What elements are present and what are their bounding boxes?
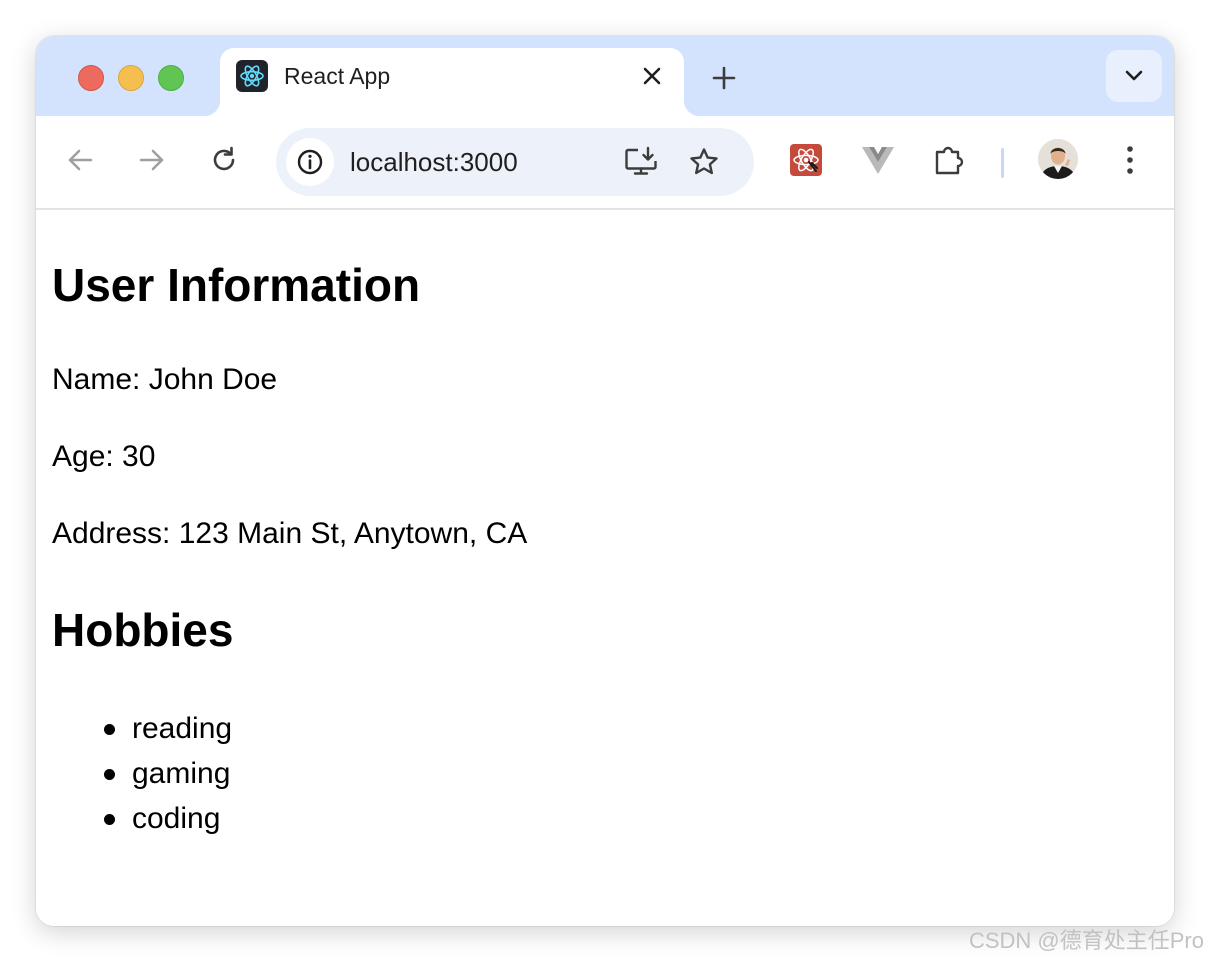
react-devtools-icon bbox=[790, 144, 822, 176]
browser-window: React App localhost:3000 User Informatio… bbox=[36, 36, 1174, 926]
user-name: Name: John Doe bbox=[52, 363, 278, 396]
forward-button[interactable] bbox=[134, 142, 170, 178]
kebab-menu-icon bbox=[1127, 146, 1133, 174]
hobby-item: gaming bbox=[52, 751, 232, 796]
site-info-button[interactable] bbox=[286, 138, 334, 186]
page-content: User Information Name: John Doe Age: 30 … bbox=[36, 210, 1174, 926]
window-maximize-button[interactable] bbox=[158, 65, 184, 91]
bullet-icon bbox=[104, 814, 115, 825]
window-minimize-button[interactable] bbox=[118, 65, 144, 91]
url-text[interactable]: localhost:3000 bbox=[350, 147, 518, 177]
hobby-label: coding bbox=[132, 802, 221, 835]
extensions-button[interactable] bbox=[932, 142, 968, 178]
hobby-label: gaming bbox=[132, 757, 231, 790]
toolbar-divider bbox=[1001, 148, 1004, 178]
puzzle-icon bbox=[935, 146, 964, 175]
arrow-left-icon bbox=[68, 149, 93, 171]
screenshot-canvas: React App localhost:3000 User Informatio… bbox=[0, 0, 1210, 962]
hobby-item: coding bbox=[52, 796, 232, 841]
new-tab-button[interactable] bbox=[708, 62, 740, 94]
address-bar[interactable]: localhost:3000 bbox=[276, 128, 754, 196]
bullet-icon bbox=[104, 769, 115, 780]
tab-title: React App bbox=[284, 63, 391, 89]
reload-icon bbox=[213, 146, 235, 171]
react-icon bbox=[236, 60, 268, 92]
user-address: Address: 123 Main St, Anytown, CA bbox=[52, 517, 528, 550]
plus-icon bbox=[712, 66, 736, 90]
browser-menu-button[interactable] bbox=[1112, 142, 1148, 178]
install-app-button[interactable] bbox=[622, 144, 660, 180]
close-icon[interactable] bbox=[638, 62, 666, 90]
install-app-icon bbox=[625, 146, 657, 175]
user-age: Age: 30 bbox=[52, 440, 156, 473]
info-icon bbox=[297, 149, 323, 175]
window-close-button[interactable] bbox=[78, 65, 104, 91]
react-devtools-extension[interactable] bbox=[788, 142, 824, 178]
hobbies-heading: Hobbies bbox=[52, 604, 234, 656]
watermark: CSDN @德育处主任Pro bbox=[968, 928, 1204, 953]
arrow-right-icon bbox=[139, 149, 164, 171]
profile-picture-icon bbox=[1038, 139, 1078, 179]
chevron-down-icon bbox=[1125, 70, 1143, 81]
star-icon bbox=[690, 148, 718, 175]
back-button[interactable] bbox=[62, 142, 98, 178]
vue-devtools-extension[interactable] bbox=[860, 142, 896, 178]
user-information-heading: User Information bbox=[52, 259, 421, 311]
vue-devtools-icon bbox=[862, 147, 894, 174]
bookmark-button[interactable] bbox=[686, 144, 722, 180]
bullet-icon bbox=[104, 724, 115, 735]
hobby-label: reading bbox=[132, 712, 233, 745]
reload-button[interactable] bbox=[206, 142, 242, 178]
hobbies-list: reading gaming coding bbox=[52, 706, 232, 841]
hobby-item: reading bbox=[52, 706, 232, 751]
tab-react-app[interactable]: React App bbox=[204, 48, 700, 116]
profile-avatar[interactable] bbox=[1038, 139, 1078, 179]
tab-search-button[interactable] bbox=[1106, 50, 1162, 102]
browser-toolbar: localhost:3000 bbox=[36, 116, 1174, 210]
tab-strip: React App bbox=[36, 36, 1174, 116]
